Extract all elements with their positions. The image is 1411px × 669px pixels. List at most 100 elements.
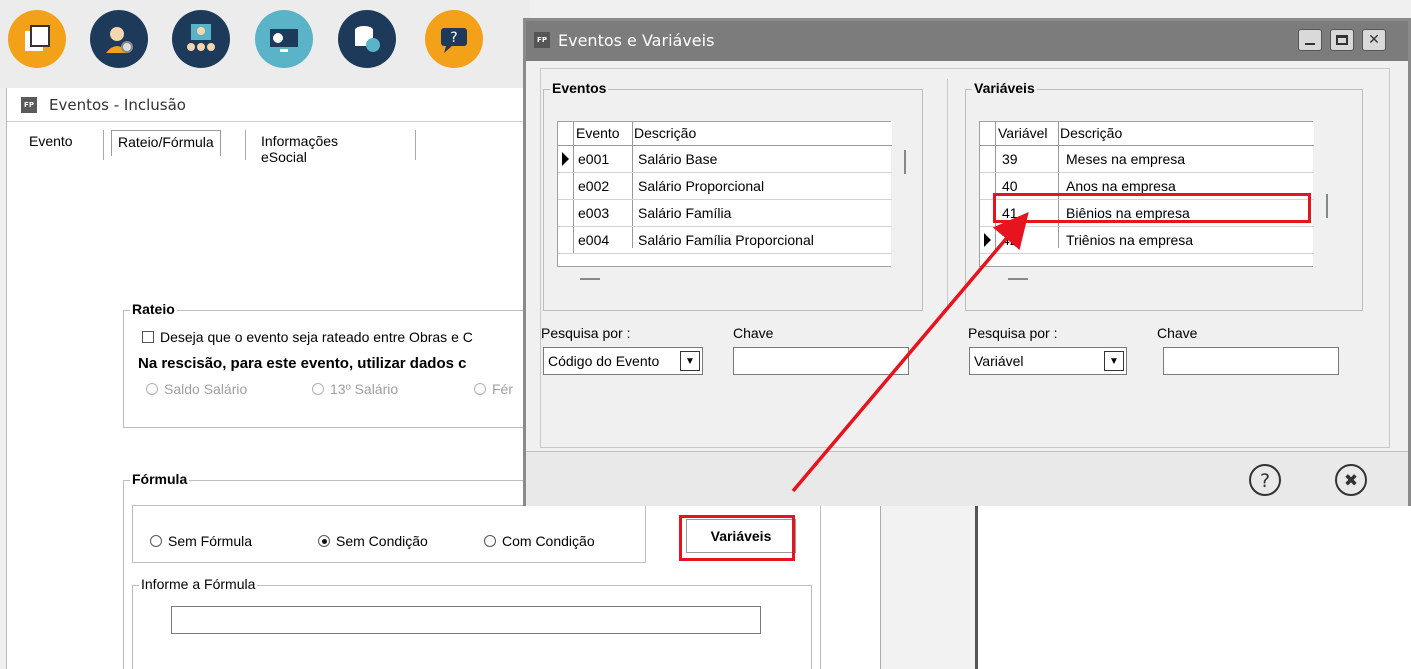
eventos-scrollbar-thumb[interactable] [904, 150, 906, 174]
eventos-variaveis-dialog: FP Eventos e Variáveis ✕ Eventos Evento … [523, 18, 1411, 506]
grid-header: Variável Descrição [980, 122, 1314, 146]
svg-text:?: ? [450, 30, 457, 46]
radio-label: Fér [492, 381, 513, 397]
informe-formula-group: Informe a Fórmula [132, 576, 812, 669]
minimize-icon [1305, 43, 1315, 45]
database-backup-icon[interactable] [338, 10, 396, 68]
table-row[interactable]: 42 Triênios na empresa [980, 227, 1314, 254]
row-indicator [558, 173, 574, 199]
table-row[interactable]: e004 Salário Família Proporcional [558, 227, 892, 254]
tab-divider [103, 130, 104, 160]
help-icon: ? [1249, 464, 1281, 496]
formula-input[interactable] [171, 606, 761, 634]
header-descricao[interactable]: Descrição [634, 125, 696, 141]
tab-informacoes-esocial[interactable]: Informações eSocial [255, 130, 344, 165]
table-row[interactable]: e001 Salário Base [558, 146, 892, 173]
eventos-search-select[interactable]: Código do Evento ▼ [543, 347, 703, 375]
fp-logo-icon: FP [21, 97, 37, 113]
table-row[interactable]: e003 Salário Família [558, 200, 892, 227]
documents-icon[interactable] [8, 10, 66, 68]
support-gear-icon[interactable] [90, 10, 148, 68]
help-chat-icon[interactable]: ? [425, 10, 483, 68]
table-row[interactable]: 39 Meses na empresa [980, 146, 1314, 173]
evento-desc: Salário Família Proporcional [638, 232, 814, 248]
radio-dot[interactable] [146, 383, 158, 395]
close-dialog-button[interactable]: ✖ [1334, 463, 1368, 497]
evento-code: e002 [578, 178, 610, 194]
variavel-desc: Triênios na empresa [1066, 232, 1194, 248]
grid-new-row-marker [1008, 278, 1028, 280]
side-panel-content [975, 505, 1411, 669]
eventos-key-label: Chave [733, 325, 774, 341]
variavel-code: 42 [1002, 232, 1018, 248]
tab-evento[interactable]: Evento [23, 130, 79, 156]
radio-ferias[interactable]: Fér [474, 381, 513, 397]
variaveis-key-label: Chave [1157, 325, 1198, 341]
radio-label: Sem Condição [336, 533, 428, 549]
evento-code: e003 [578, 205, 610, 221]
row-indicator [558, 200, 574, 226]
app-toolbar: ? [0, 0, 530, 88]
select-value: Código do Evento [548, 353, 660, 369]
row-indicator [980, 227, 996, 253]
radio-label: Com Condição [502, 533, 595, 549]
radio-sem-condicao[interactable]: Sem Condição [318, 533, 428, 549]
grid-header: Evento Descrição [558, 122, 892, 146]
header-evento[interactable]: Evento [576, 125, 620, 141]
rateio-checkbox[interactable]: Deseja que o evento seja rateado entre O… [142, 329, 473, 345]
evento-code: e001 [578, 151, 610, 167]
radio-label: Saldo Salário [164, 381, 248, 397]
radio-dot[interactable] [484, 535, 496, 547]
maximize-icon [1336, 35, 1348, 45]
tab-rateio-formula[interactable]: Rateio/Fórmula [111, 130, 221, 156]
radio-sem-formula[interactable]: Sem Fórmula [150, 533, 252, 549]
chevron-down-icon[interactable]: ▼ [680, 351, 700, 371]
variaveis-key-input[interactable] [1163, 347, 1339, 375]
header-variavel[interactable]: Variável [998, 125, 1048, 141]
eventos-search-label: Pesquisa por : [541, 325, 631, 341]
header-descricao[interactable]: Descrição [1060, 125, 1122, 141]
panel-divider [947, 79, 948, 307]
radio-dot[interactable] [312, 383, 324, 395]
variavel-desc: Meses na empresa [1066, 151, 1186, 167]
variavel-code: 39 [1002, 151, 1018, 167]
eventos-key-input[interactable] [733, 347, 909, 375]
eventos-grid[interactable]: Evento Descrição e001 Salário Base e002 … [557, 121, 906, 280]
highlight-box-bienios [993, 193, 1311, 223]
close-icon: ✕ [1368, 32, 1380, 48]
highlight-box-variaveis-button [679, 515, 795, 561]
row-indicator [980, 122, 996, 145]
help-button[interactable]: ? [1248, 463, 1282, 497]
fp-logo-icon: FP [534, 32, 550, 48]
variaveis-scrollbar-thumb[interactable] [1326, 194, 1328, 218]
variaveis-search-select[interactable]: Variável ▼ [969, 347, 1127, 375]
chevron-down-icon[interactable]: ▼ [1104, 351, 1124, 371]
informe-formula-legend: Informe a Fórmula [139, 576, 258, 592]
radio-13-salario[interactable]: 13º Salário [312, 381, 398, 397]
radio-saldo-salario[interactable]: Saldo Salário [146, 381, 247, 397]
radio-dot-selected[interactable] [318, 535, 330, 547]
select-value: Variável [974, 353, 1024, 369]
close-symbol: ✖ [1344, 471, 1358, 491]
tab-divider [245, 130, 246, 160]
minimize-button[interactable] [1298, 29, 1322, 51]
evento-desc: Salário Família [638, 205, 732, 221]
checkbox-box[interactable] [142, 331, 154, 343]
close-window-button[interactable]: ✕ [1362, 29, 1386, 51]
eventos-legend: Eventos [550, 80, 609, 96]
evento-code: e004 [578, 232, 610, 248]
variaveis-legend: Variáveis [972, 80, 1037, 96]
close-circle-icon: ✖ [1335, 464, 1367, 496]
table-row[interactable]: e002 Salário Proporcional [558, 173, 892, 200]
radio-dot[interactable] [474, 383, 486, 395]
screen-transfer-icon[interactable] [255, 10, 313, 68]
radio-dot[interactable] [150, 535, 162, 547]
rateio-group: Rateio Deseja que o evento seja rateado … [123, 301, 533, 428]
formula-legend: Fórmula [130, 471, 190, 487]
radio-com-condicao[interactable]: Com Condição [484, 533, 595, 549]
variavel-code: 40 [1002, 178, 1018, 194]
evento-desc: Salário Base [638, 151, 718, 167]
users-group-icon[interactable] [172, 10, 230, 68]
maximize-button[interactable] [1330, 29, 1354, 51]
formula-group: Fórmula Sem Fórmula Sem Condição Com Con… [123, 471, 821, 669]
